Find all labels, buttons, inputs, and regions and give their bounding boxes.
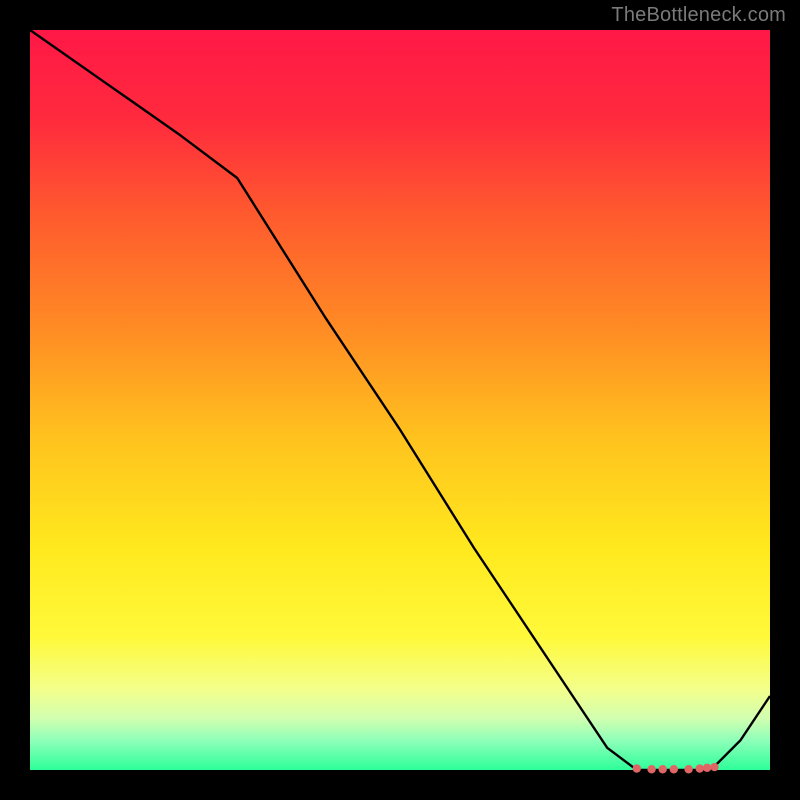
gradient-background	[30, 30, 770, 770]
chart-svg	[30, 30, 770, 770]
data-marker	[684, 765, 692, 773]
data-marker	[659, 765, 667, 773]
data-marker	[696, 764, 704, 772]
data-marker	[710, 763, 718, 771]
data-marker	[703, 764, 711, 772]
chart-frame: TheBottleneck.com	[0, 0, 800, 800]
data-marker	[633, 764, 641, 772]
watermark-text: TheBottleneck.com	[611, 4, 786, 27]
data-marker	[670, 765, 678, 773]
data-marker	[647, 765, 655, 773]
